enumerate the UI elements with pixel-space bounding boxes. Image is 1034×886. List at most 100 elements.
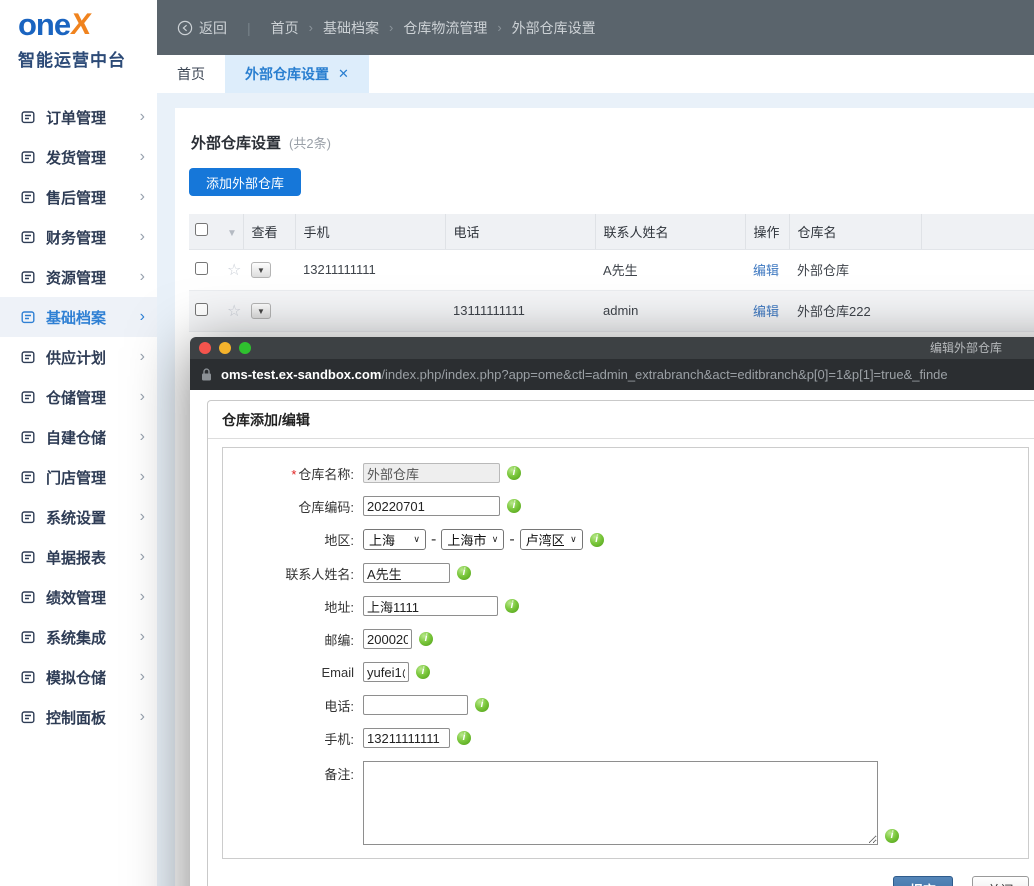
window-close-icon[interactable]: [199, 342, 211, 354]
sidebar-item-发货管理[interactable]: 发货管理 ›: [0, 137, 157, 177]
row-view-dropdown-button[interactable]: ▼: [251, 262, 271, 279]
sidebar-item-资源管理[interactable]: 资源管理 ›: [0, 257, 157, 297]
memo-textarea[interactable]: [363, 761, 878, 845]
chevron-right-icon: ›: [139, 108, 145, 125]
sidebar-item-订单管理[interactable]: 订单管理 ›: [0, 97, 157, 137]
back-button[interactable]: 返回: [177, 18, 227, 38]
edit-link[interactable]: 编辑: [753, 304, 779, 319]
close-button[interactable]: 关闭: [972, 876, 1029, 886]
header-mobile: 手机: [295, 214, 446, 250]
breadcrumb-item[interactable]: 首页: [271, 18, 299, 38]
phone-input[interactable]: [363, 695, 468, 715]
district-select[interactable]: 卢湾区 ∨: [519, 529, 583, 550]
header-contact: 联系人姓名: [595, 214, 746, 250]
url-bar[interactable]: oms-test.ex-sandbox.com/index.php/index.…: [190, 359, 1034, 390]
star-icon[interactable]: ☆: [227, 262, 241, 279]
chevron-right-icon: ›: [139, 388, 145, 405]
brand-subtitle: 智能运营中台: [18, 51, 126, 70]
sidebar-item-label: 发货管理: [46, 149, 107, 167]
sidebar-item-供应计划[interactable]: 供应计划 ›: [0, 337, 157, 377]
store-icon: [20, 469, 36, 485]
city-select[interactable]: 上海市 ∨: [441, 529, 505, 550]
star-icon[interactable]: ☆: [227, 303, 241, 320]
tab-首页[interactable]: 首页: [157, 55, 225, 93]
sidebar-item-系统集成[interactable]: 系统集成 ›: [0, 617, 157, 657]
back-label: 返回: [199, 19, 227, 36]
region-label: 地区:: [324, 533, 354, 548]
sidebar-item-label: 系统设置: [46, 509, 107, 527]
sidebar-item-label: 财务管理: [46, 229, 107, 247]
warehouse-code-label: 仓库编码:: [298, 499, 354, 515]
sidebar-item-财务管理[interactable]: 财务管理 ›: [0, 217, 157, 257]
row-view-dropdown-button[interactable]: ▼: [251, 303, 271, 320]
table-row: ☆ ▼ 13211111111 A先生 编辑 外部仓库: [189, 249, 1034, 291]
mobile-label: 手机:: [324, 731, 354, 747]
region-dash: -: [431, 530, 437, 548]
info-icon: i: [507, 466, 521, 480]
sidebar-item-绩效管理[interactable]: 绩效管理 ›: [0, 577, 157, 617]
warehouse-table: ▼ 查看 手机 电话 联系人姓名 操作 仓库名 ☆ ▼ 13211111111 A先生…: [189, 214, 1034, 332]
info-icon: i: [457, 731, 471, 745]
chevron-right-icon: ›: [139, 588, 145, 605]
chevron-right-icon: ›: [139, 468, 145, 485]
warehouse-name-input[interactable]: [363, 463, 500, 483]
dashboard-icon: [20, 709, 36, 725]
sidebar-item-模拟仓储[interactable]: 模拟仓储 ›: [0, 657, 157, 697]
settings-icon: [20, 509, 36, 525]
row-checkbox[interactable]: [195, 302, 208, 316]
window-titlebar[interactable]: 编辑外部仓库: [190, 337, 1034, 359]
window-minimize-icon[interactable]: [219, 342, 231, 354]
zip-input[interactable]: [363, 629, 412, 649]
sidebar-item-label: 订单管理: [46, 109, 107, 127]
contact-name-input[interactable]: [363, 563, 450, 583]
lock-icon: [202, 368, 211, 381]
logo-x-icon: X: [68, 8, 94, 41]
tab-label: 首页: [177, 66, 205, 82]
chevron-down-icon: ∨: [570, 534, 577, 544]
breadcrumb-separator: ›: [308, 20, 313, 35]
sidebar-item-label: 基础档案: [46, 309, 107, 327]
info-icon: i: [505, 599, 519, 613]
info-icon: i: [589, 532, 604, 547]
sidebar-item-仓储管理[interactable]: 仓储管理 ›: [0, 377, 157, 417]
select-all-checkbox[interactable]: [195, 223, 208, 237]
sidebar-item-label: 售后管理: [46, 189, 107, 207]
window-zoom-icon[interactable]: [239, 342, 251, 354]
form-footer: 提交 关闭: [222, 859, 1029, 886]
tab-close-icon[interactable]: ✕: [338, 66, 349, 82]
select-dropdown-icon[interactable]: ▼: [227, 228, 237, 239]
chevron-right-icon: ›: [139, 228, 145, 245]
url-domain: oms-test.ex-sandbox.com: [221, 367, 382, 382]
mobile-input[interactable]: [363, 728, 450, 748]
breadcrumb-item[interactable]: 仓库物流管理: [403, 18, 487, 38]
warehouse-name-label: * 仓库名称:: [291, 466, 354, 482]
sidebar-item-门店管理[interactable]: 门店管理 ›: [0, 457, 157, 497]
cell-mobile: 13211111111: [295, 249, 445, 291]
warehouse-code-input[interactable]: [363, 496, 500, 516]
province-select[interactable]: 上海 ∨: [363, 529, 426, 550]
tab-外部仓库设置[interactable]: 外部仓库设置 ✕: [225, 55, 369, 93]
row-checkbox[interactable]: [195, 261, 208, 275]
archive-icon: [20, 309, 36, 325]
breadcrumb-item[interactable]: 基础档案: [323, 18, 379, 38]
tab-bar: 首页 外部仓库设置 ✕: [157, 55, 1034, 93]
breadcrumb-item[interactable]: 外部仓库设置: [512, 18, 596, 38]
chevron-right-icon: ›: [139, 268, 145, 285]
cell-mobile: [295, 290, 445, 332]
sidebar-item-单据报表[interactable]: 单据报表 ›: [0, 537, 157, 577]
submit-button[interactable]: 提交: [893, 876, 953, 886]
sidebar-item-自建仓储[interactable]: 自建仓储 ›: [0, 417, 157, 457]
sidebar-item-系统设置[interactable]: 系统设置 ›: [0, 497, 157, 537]
edit-link[interactable]: 编辑: [753, 263, 779, 278]
sidebar-item-售后管理[interactable]: 售后管理 ›: [0, 177, 157, 217]
table-header-row: ▼ 查看 手机 电话 联系人姓名 操作 仓库名: [189, 214, 1034, 250]
chevron-right-icon: ›: [139, 508, 145, 525]
sidebar-item-控制面板[interactable]: 控制面板 ›: [0, 697, 157, 737]
aftersales-icon: [20, 189, 36, 205]
add-warehouse-button[interactable]: 添加外部仓库: [189, 168, 302, 196]
email-input[interactable]: [363, 662, 409, 682]
address-input[interactable]: [363, 596, 498, 616]
sidebar-item-label: 自建仓储: [46, 429, 107, 447]
sidebar-item-label: 单据报表: [46, 549, 107, 567]
sidebar-item-基础档案[interactable]: 基础档案 ›: [0, 297, 157, 337]
